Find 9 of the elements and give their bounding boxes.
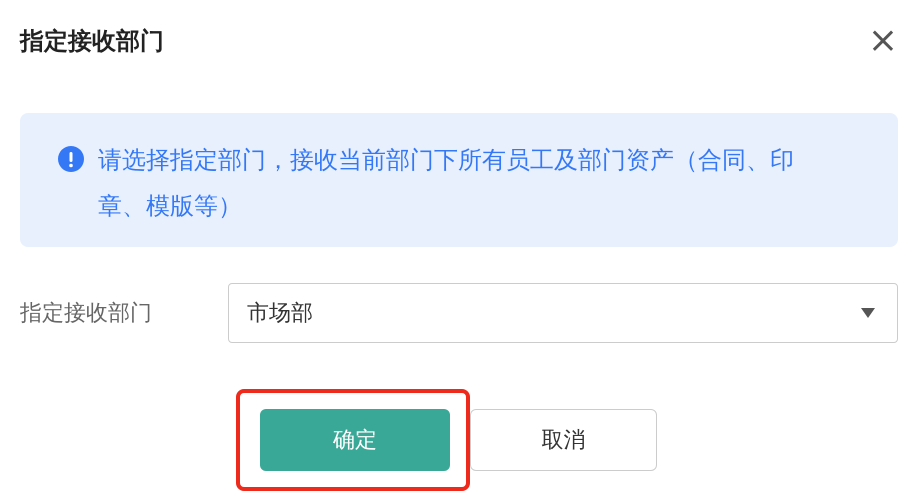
caret-icon (861, 308, 875, 318)
field-label: 指定接收部门 (20, 300, 153, 328)
department-select[interactable]: 市场部 (228, 283, 898, 343)
dialog-title: 指定接收部门 (20, 26, 164, 57)
close-button[interactable]: × (868, 23, 898, 59)
select-value: 市场部 (247, 300, 313, 328)
info-icon (58, 146, 84, 172)
notice-text: 请选择指定部门，接收当前部门下所有员工及部门资产（合同、印章、模版等） (98, 145, 795, 222)
cancel-button[interactable]: 取消 (470, 409, 657, 471)
